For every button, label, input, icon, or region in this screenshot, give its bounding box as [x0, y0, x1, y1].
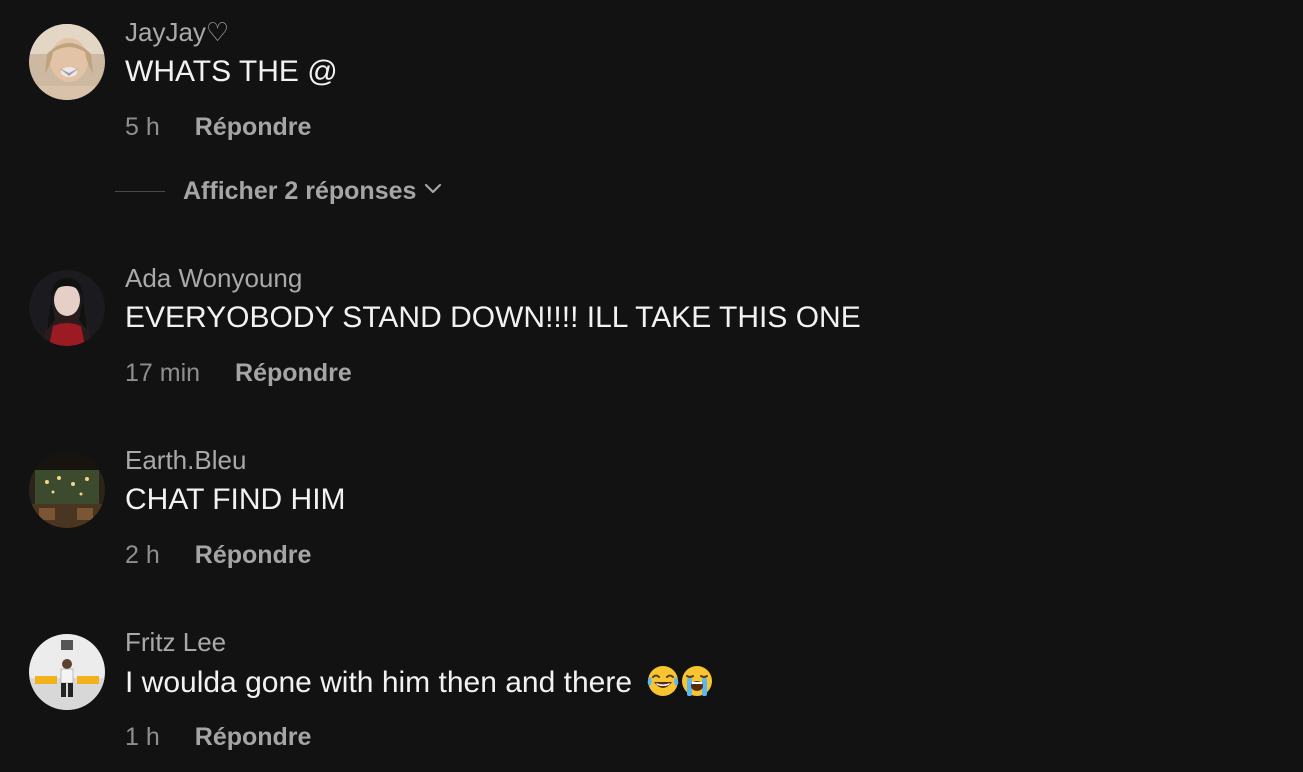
comment-meta: 5 h Répondre [125, 111, 311, 143]
divider-line [115, 190, 165, 192]
reply-button[interactable]: Répondre [195, 541, 312, 570]
comment-text: CHAT FIND HIM [125, 483, 346, 516]
comment-text: EVERYOBODY STAND DOWN!!!! ILL TAKE THIS … [125, 301, 861, 334]
face-with-tears-of-joy-icon [646, 664, 680, 707]
comment-text: WHATS THE @ [125, 55, 338, 88]
avatar[interactable] [29, 24, 105, 100]
comment-username[interactable]: Fritz Lee [125, 627, 226, 657]
comment-timestamp: 1 h [125, 722, 160, 751]
loudly-crying-face-icon [680, 664, 714, 707]
comment-meta: 2 h Répondre [125, 539, 311, 571]
comment-username[interactable]: JayJay♡ [125, 17, 229, 47]
profile-photo-icon [29, 270, 105, 346]
comment-timestamp: 5 h [125, 112, 160, 141]
comment-timestamp: 17 min [125, 358, 201, 387]
profile-photo-icon [29, 634, 105, 710]
profile-photo-icon [29, 24, 105, 100]
comment-text: I woulda gone with him then and there [125, 664, 714, 707]
comment-timestamp: 2 h [125, 540, 160, 569]
view-replies-button[interactable]: Afficher 2 réponses [115, 175, 442, 207]
avatar[interactable] [29, 270, 105, 346]
reply-button[interactable]: Répondre [195, 723, 312, 752]
comment-username[interactable]: Ada Wonyoung [125, 263, 302, 293]
comment-username[interactable]: Earth.Bleu [125, 445, 246, 475]
reply-button[interactable]: Répondre [195, 113, 312, 142]
comment-text-body: I woulda gone with him then and there [125, 666, 632, 699]
profile-photo-icon [29, 452, 105, 528]
comment-meta: 1 h Répondre [125, 721, 311, 753]
avatar[interactable] [29, 634, 105, 710]
avatar[interactable] [29, 452, 105, 528]
comment-meta: 17 min Répondre [125, 357, 352, 389]
view-replies-label: Afficher 2 réponses [183, 176, 417, 205]
chevron-down-icon [424, 182, 442, 200]
reply-button[interactable]: Répondre [235, 359, 352, 388]
